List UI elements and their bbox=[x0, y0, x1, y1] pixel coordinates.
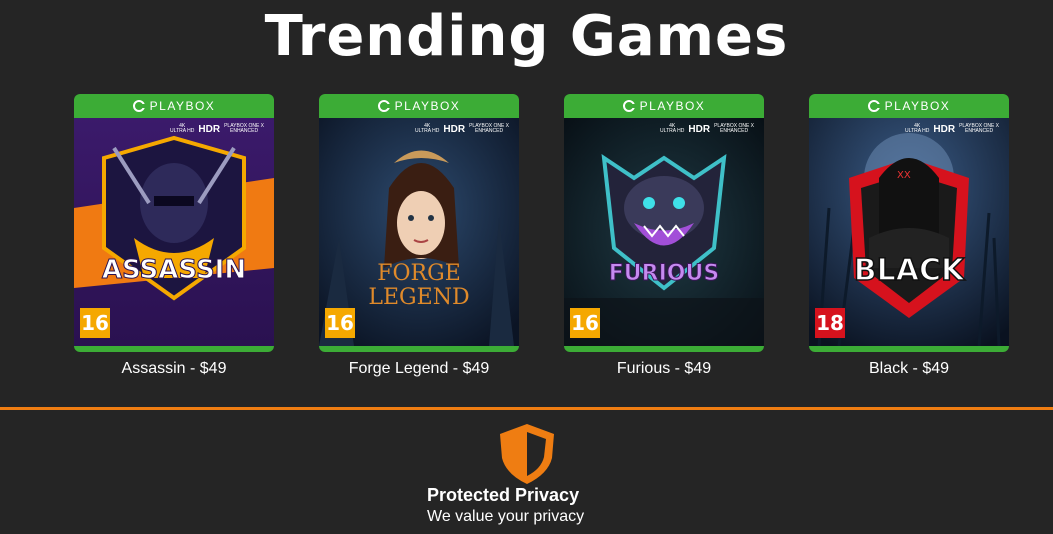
bottom-strip bbox=[74, 346, 274, 352]
art-title-line-1: FORGE bbox=[377, 261, 461, 286]
format-badges: 4K ULTRA HD HDR PLAYBOX ONE X ENHANCED bbox=[905, 123, 999, 135]
game-card-forge-legend[interactable]: PLAYBOX FORGE LEGEND 4K ULTRA HD HDR PLAY… bbox=[319, 94, 519, 378]
brand-bar: PLAYBOX bbox=[564, 94, 764, 118]
privacy-section bbox=[0, 422, 1053, 491]
shield-icon bbox=[496, 422, 558, 486]
bottom-strip bbox=[809, 346, 1009, 352]
game-card-assassin[interactable]: PLAYBOX ASSASSIN 4K ULTRA HD HDR PLAYBOX … bbox=[74, 94, 274, 378]
playbox-logo-icon bbox=[622, 100, 635, 112]
bottom-strip bbox=[564, 346, 764, 352]
brand-bar: PLAYBOX bbox=[319, 94, 519, 118]
game-caption[interactable]: Black - $49 bbox=[809, 360, 1009, 378]
brand-bar: PLAYBOX bbox=[74, 94, 274, 118]
game-cover[interactable]: PLAYBOX ASSASSIN 4K ULTRA HD HDR PLAYBOX … bbox=[74, 94, 274, 352]
games-grid: PLAYBOX ASSASSIN 4K ULTRA HD HDR PLAYBOX … bbox=[74, 94, 1014, 384]
game-cover[interactable]: PLAYBOX FURIOUS 4K ULTRA HD HDR PLAYBOX O… bbox=[564, 94, 764, 352]
game-caption[interactable]: Furious - $49 bbox=[564, 360, 764, 378]
privacy-title: Protected Privacy bbox=[427, 485, 580, 505]
art-title: ASSASSIN bbox=[102, 255, 246, 285]
age-rating-badge: 16 bbox=[325, 308, 355, 338]
age-rating-badge: 16 bbox=[570, 308, 600, 338]
format-badges: 4K ULTRA HD HDR PLAYBOX ONE X ENHANCED bbox=[170, 123, 264, 135]
playbox-logo-icon bbox=[132, 100, 145, 112]
game-caption[interactable]: Assassin - $49 bbox=[74, 360, 274, 378]
game-cover[interactable]: PLAYBOX FORGE LEGEND 4K ULTRA HD HDR PLAY… bbox=[319, 94, 519, 352]
playbox-logo-icon bbox=[377, 100, 390, 112]
age-rating-badge: 18 bbox=[815, 308, 845, 338]
game-card-black[interactable]: PLAYBOX XX BLACK 4K ULTRA HD HDR PLAYBOX … bbox=[809, 94, 1009, 378]
game-cover[interactable]: PLAYBOX XX BLACK 4K ULTRA HD HDR PLAYBOX … bbox=[809, 94, 1009, 352]
art-title: BLACK bbox=[854, 253, 966, 288]
brand-name: PLAYBOX bbox=[639, 99, 706, 113]
bottom-strip bbox=[319, 346, 519, 352]
brand-name: PLAYBOX bbox=[149, 99, 216, 113]
game-card-furious[interactable]: PLAYBOX FURIOUS 4K ULTRA HD HDR PLAYBOX O… bbox=[564, 94, 764, 378]
privacy-subtitle: We value your privacy bbox=[427, 508, 585, 525]
game-caption[interactable]: Forge Legend - $49 bbox=[319, 360, 519, 378]
page-title: Trending Games bbox=[264, 4, 789, 69]
brand-bar: PLAYBOX bbox=[809, 94, 1009, 118]
brand-name: PLAYBOX bbox=[394, 99, 461, 113]
art-title-line-2: LEGEND bbox=[368, 285, 469, 310]
section-divider bbox=[0, 407, 1053, 410]
age-rating-badge: 16 bbox=[80, 308, 110, 338]
art-title: FURIOUS bbox=[609, 261, 719, 286]
svg-text:XX: XX bbox=[897, 170, 911, 181]
playbox-logo-icon bbox=[867, 100, 880, 112]
format-badges: 4K ULTRA HD HDR PLAYBOX ONE X ENHANCED bbox=[415, 123, 509, 135]
format-badges: 4K ULTRA HD HDR PLAYBOX ONE X ENHANCED bbox=[660, 123, 754, 135]
brand-name: PLAYBOX bbox=[884, 99, 951, 113]
